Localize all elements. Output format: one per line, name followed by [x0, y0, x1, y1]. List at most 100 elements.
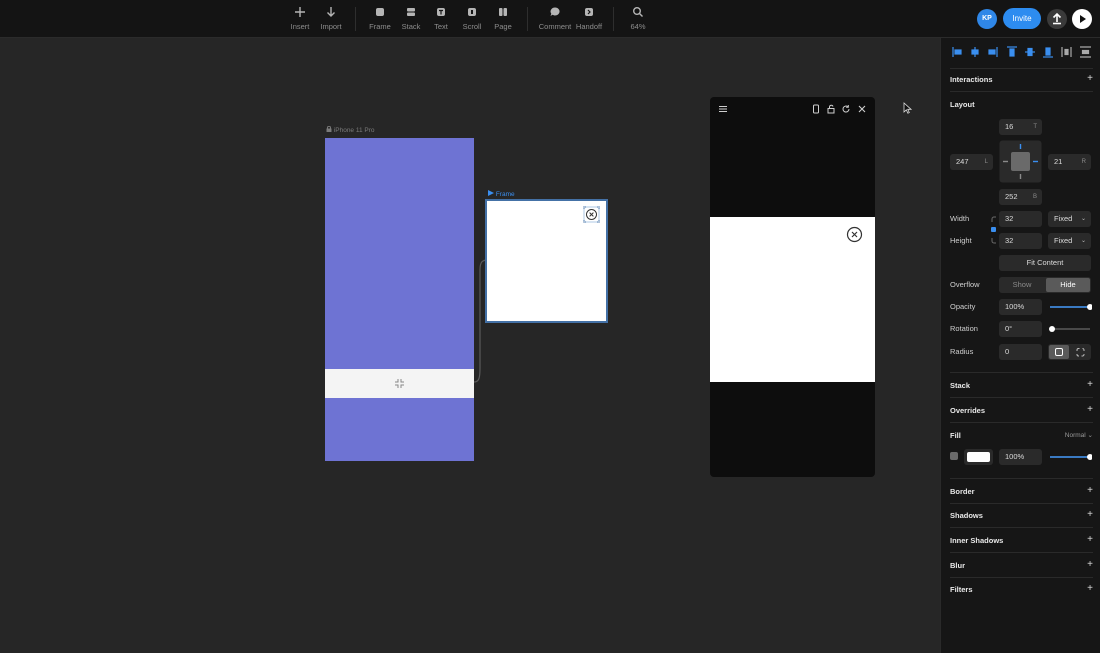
pin-left-input[interactable]: 247 L: [950, 154, 993, 170]
pin-right-input[interactable]: 21 R: [1048, 154, 1091, 170]
play-icon: [1080, 15, 1086, 23]
fill-blend-select[interactable]: Normal ⌄: [1065, 431, 1093, 439]
overflow-show-option[interactable]: Show: [999, 277, 1045, 293]
unlock-icon[interactable]: [825, 103, 837, 115]
width-mode-value: Fixed: [1054, 214, 1073, 223]
close-preview-icon[interactable]: [856, 103, 868, 115]
radius-uniform-option[interactable]: [1049, 345, 1069, 359]
avatar[interactable]: KP: [977, 9, 997, 29]
blur-section[interactable]: Blur +: [950, 559, 1093, 570]
distribute-h-icon: [1061, 47, 1072, 57]
radius-input[interactable]: 0: [999, 344, 1042, 360]
divider: [950, 503, 1093, 504]
frame-name-label[interactable]: Frame: [488, 190, 515, 198]
interactions-section[interactable]: Interactions +: [950, 73, 1093, 84]
fill-color-well[interactable]: [964, 449, 993, 465]
lock-icon: [326, 125, 332, 132]
zoom-icon: [618, 6, 658, 20]
inner-shadows-heading: Inner Shadows: [950, 536, 1004, 545]
overflow-hide-option[interactable]: Hide: [1046, 278, 1090, 292]
width-mode-select[interactable]: Fixed ⌄: [1048, 211, 1091, 227]
handoff-icon: [569, 6, 609, 20]
fill-opacity-slider[interactable]: [1048, 452, 1092, 462]
stack-section[interactable]: Stack +: [950, 379, 1093, 390]
close-icon[interactable]: [583, 206, 600, 223]
preview-overlay-content[interactable]: [710, 217, 875, 382]
iphone-frame[interactable]: [325, 138, 474, 461]
invite-button[interactable]: Invite: [1003, 8, 1041, 29]
height-label: Height: [950, 236, 972, 245]
filters-section[interactable]: Filters +: [950, 583, 1093, 594]
opacity-slider[interactable]: [1048, 302, 1092, 312]
align-center-h-icon: [971, 47, 979, 57]
fill-blend-value: Normal: [1064, 432, 1086, 439]
page-button[interactable]: Page: [483, 6, 523, 31]
filters-heading: Filters: [950, 585, 973, 594]
import-button[interactable]: Import: [311, 6, 351, 31]
phone-frame-label[interactable]: iPhone 11 Pro: [326, 125, 375, 134]
add-filter-plus-icon[interactable]: +: [1087, 583, 1093, 594]
add-inner-shadow-plus-icon[interactable]: +: [1087, 534, 1093, 545]
divider: [950, 527, 1093, 528]
overrides-section[interactable]: Overrides +: [950, 404, 1093, 415]
pin-bottom-input[interactable]: 252 B: [999, 189, 1042, 205]
device-icon[interactable]: [810, 103, 822, 115]
properties-panel: Interactions + Layout 16 T 247 L 21 R 25…: [940, 38, 1100, 653]
fit-content-button[interactable]: Fit Content: [999, 255, 1091, 271]
pin-bottom-suffix: B: [1032, 194, 1037, 200]
divider: [950, 577, 1093, 578]
fill-color-swatch: [967, 452, 990, 462]
constraints-widget[interactable]: [999, 140, 1042, 183]
layout-heading: Layout: [950, 100, 975, 109]
collapse-icon: [395, 379, 404, 388]
fill-section: Fill Normal ⌄: [950, 431, 1093, 440]
divider: [950, 397, 1093, 398]
handoff-label: Handoff: [575, 22, 603, 31]
menu-icon[interactable]: [717, 103, 729, 115]
refresh-icon[interactable]: [840, 103, 852, 115]
radius-individual-option[interactable]: [1070, 345, 1090, 359]
mouse-cursor-icon: [903, 102, 912, 114]
fill-visibility-toggle[interactable]: [950, 452, 958, 460]
radius-mode-toggle: [1048, 344, 1091, 360]
fill-opacity-input[interactable]: 100%: [999, 449, 1042, 465]
rotation-input[interactable]: 0°: [999, 321, 1042, 337]
handoff-button[interactable]: Handoff: [569, 6, 609, 31]
width-input[interactable]: 32: [999, 211, 1042, 227]
shadows-section[interactable]: Shadows +: [950, 509, 1093, 520]
border-section[interactable]: Border +: [950, 485, 1093, 496]
align-right-icon: [988, 47, 998, 57]
add-stack-plus-icon[interactable]: +: [1087, 379, 1093, 390]
aspect-lock-icon[interactable]: [990, 215, 998, 245]
border-heading: Border: [950, 487, 975, 496]
close-icon[interactable]: [846, 226, 863, 243]
overlay-strip[interactable]: [325, 369, 474, 398]
chevron-down-icon: ⌄: [1080, 238, 1086, 244]
opacity-input[interactable]: 100%: [999, 299, 1042, 315]
add-interaction-plus-icon[interactable]: +: [1087, 73, 1093, 84]
pin-left-suffix: L: [984, 159, 988, 165]
pin-top-input[interactable]: 16 T: [999, 119, 1042, 135]
zoom-button[interactable]: 64%: [618, 6, 658, 31]
divider: [950, 422, 1093, 423]
add-override-plus-icon[interactable]: +: [1087, 404, 1093, 415]
rotation-slider[interactable]: [1048, 324, 1092, 334]
divider: [950, 372, 1093, 373]
blur-heading: Blur: [950, 561, 965, 570]
zoom-level: 64%: [630, 22, 646, 31]
align-center-v-icon: [1025, 47, 1035, 57]
height-mode-select[interactable]: Fixed ⌄: [1048, 233, 1091, 249]
add-border-plus-icon[interactable]: +: [1087, 485, 1093, 496]
add-shadow-plus-icon[interactable]: +: [1087, 509, 1093, 520]
phone-frame-name: iPhone 11 Pro: [333, 127, 375, 134]
height-input[interactable]: 32: [999, 233, 1042, 249]
publish-button[interactable]: [1047, 9, 1067, 29]
arrow-down-icon: [311, 6, 351, 20]
add-blur-plus-icon[interactable]: +: [1087, 559, 1093, 570]
inner-shadows-section[interactable]: Inner Shadows +: [950, 534, 1093, 545]
square-corners-icon: [1055, 348, 1063, 356]
divider: [950, 68, 1093, 69]
height-mode-value: Fixed: [1054, 236, 1073, 245]
toolbar-divider: [613, 7, 614, 31]
preview-play-button[interactable]: [1072, 9, 1092, 29]
